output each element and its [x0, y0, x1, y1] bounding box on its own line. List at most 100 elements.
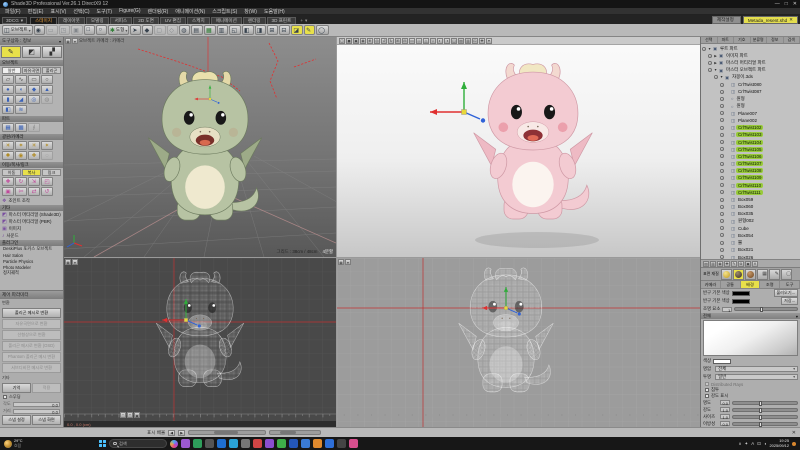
snap-view-button[interactable]: 스냅 화면 [32, 415, 61, 425]
tree-item-label[interactable]: CrlTwist103 [736, 132, 764, 137]
tree-row[interactable]: ◫ Box021 [701, 246, 800, 253]
tree-row[interactable]: ◫ CrlTwist102 [701, 124, 800, 131]
workspace-tab[interactable]: 렌더링 [243, 17, 266, 24]
workspace-tab[interactable]: 3D 프린트 [267, 17, 297, 24]
step-back-button[interactable]: ◀ [168, 430, 175, 436]
toolbar-button[interactable]: ○ [96, 25, 107, 35]
menu-item[interactable]: 파일(F) [5, 8, 21, 15]
create-tool-button[interactable]: ◖ [15, 85, 27, 94]
workspace-tab[interactable]: 스케치 [187, 17, 210, 24]
convert-option-button[interactable]: Phantom 폴리곤 메시 변환 [2, 352, 61, 362]
taskbar-app-icon[interactable] [229, 439, 238, 448]
visibility-toggle[interactable] [714, 75, 718, 79]
collapse-icon[interactable]: ▾ [59, 39, 61, 44]
visibility-toggle[interactable] [720, 241, 724, 245]
convert-option-button[interactable]: 폴리곤 메시로 변환 (OSD) [2, 341, 61, 351]
tree-item-label[interactable]: Box060 [736, 204, 755, 209]
close-icon[interactable]: ✕ [792, 430, 796, 436]
document-tab[interactable]: 제작설정 [712, 16, 741, 24]
tree-item-label[interactable]: 뿔 [736, 240, 744, 246]
part-tool-button[interactable]: ▦ [2, 123, 14, 132]
viewport-camera-icon[interactable]: ◉ [338, 259, 344, 265]
tree-item-label[interactable]: CrlTwist104 [736, 140, 764, 145]
light-camera-tool-button[interactable]: ✴ [41, 141, 53, 150]
viewport-front[interactable]: ◉ ▾ − + ▣ 0.0 , 0.0 (cm) [64, 258, 336, 427]
viewport-menu-icon[interactable]: ▾ [345, 259, 351, 265]
menu-item[interactable]: 창(W) [244, 8, 257, 15]
transform-tool-button[interactable]: ⇄ [28, 187, 40, 196]
visibility-toggle[interactable] [720, 140, 724, 144]
tree-item-label[interactable]: CrlTwist105 [736, 147, 764, 152]
memory-button[interactable]: 기억 [2, 383, 31, 393]
tree-row[interactable]: ▶ ▣ 이미지 파트 [701, 52, 800, 59]
create-tool-button[interactable]: ▭ [28, 75, 40, 84]
settings-tab[interactable]: 카메라 [701, 281, 721, 288]
tree-item-label[interactable]: 원형002 [736, 218, 756, 224]
create-tool-button[interactable]: ▱ [2, 75, 14, 84]
material-slot-button[interactable]: ▢ [781, 269, 792, 280]
slider-thumb[interactable] [759, 415, 762, 420]
toolbox-mode-tab[interactable]: ◩ [22, 46, 42, 58]
step-forward-button[interactable]: ▶ [178, 430, 185, 436]
toolbar-button[interactable]: ◳ [59, 25, 71, 35]
visibility-toggle[interactable] [720, 212, 724, 216]
misc-item[interactable]: ◩ 마스터 머티리얼 (PBR) [0, 218, 63, 225]
toolbar-button[interactable]: ◧ [242, 25, 254, 35]
tree-row[interactable]: ◫ Box060 [701, 203, 800, 210]
tree-item-label[interactable]: 마스터 머티리얼 파트 [724, 60, 768, 66]
search-box[interactable]: 검색 [109, 439, 167, 448]
tree-item-label[interactable]: CrlTwist087 [736, 89, 764, 94]
convert-to-polygon-button[interactable]: 폴리곤 메시로 변환 [2, 308, 61, 318]
taskbar-app-icon[interactable] [253, 439, 262, 448]
slider-track[interactable] [732, 415, 798, 419]
visibility-toggle[interactable] [708, 54, 712, 58]
shaded-canvas[interactable] [337, 37, 700, 257]
toolbar-button[interactable]: ⊟ [279, 25, 290, 35]
tree-item-label[interactable]: CrlTwist111 [736, 190, 763, 195]
front-canvas[interactable] [64, 258, 336, 427]
taskbar-app-icon[interactable] [349, 439, 358, 448]
tab-overflow-button[interactable]: ▾ [305, 18, 307, 24]
tree-row[interactable]: ▶ ▣ 마스터 머티리얼 파트 [701, 59, 800, 66]
create-tool-button[interactable]: ● [2, 85, 14, 94]
visibility-toggle[interactable] [720, 198, 724, 202]
hemisphere-color-swatch[interactable] [732, 291, 750, 296]
toolbar-button[interactable]: ▣ [71, 25, 83, 35]
toolbar-button[interactable]: ◪ [291, 25, 303, 35]
viewport-side[interactable]: ◉ ▾ [337, 258, 700, 427]
collapse-icon[interactable]: ▾ [796, 314, 798, 319]
viewport-tool-button[interactable]: ⊡ [472, 38, 478, 44]
viewport-fit-icon[interactable]: ▣ [134, 412, 140, 418]
toolbar-button[interactable]: ✎ [304, 25, 315, 35]
tree-row[interactable]: ○ 원형 [701, 95, 800, 102]
expand-arrow-icon[interactable]: ▶ [713, 54, 718, 58]
expand-arrow-icon[interactable]: ▼ [719, 75, 724, 79]
settings-tab[interactable]: 조명 [760, 281, 780, 288]
browser-tab[interactable]: 기호 [734, 37, 751, 43]
tree-item-label[interactable]: Cube [736, 226, 751, 231]
menu-item[interactable]: 렌더링(R) [148, 8, 169, 15]
tree-row[interactable]: ◫ 뿔 [701, 239, 800, 246]
tree-item-label[interactable]: 자몽이.3ds [730, 74, 755, 80]
viewport-tool-button[interactable]: ▭ [409, 38, 415, 44]
tree-row[interactable]: ◫ Plane002 [701, 117, 800, 124]
viewport-tool-button[interactable]: ◑ [444, 38, 450, 44]
light-camera-tool-button[interactable]: ✚ [28, 151, 40, 160]
viewport-tool-button[interactable]: ▽ [430, 38, 436, 44]
tree-row[interactable]: ◫ Box035 [701, 210, 800, 217]
visibility-toggle[interactable] [708, 61, 712, 65]
visibility-toggle[interactable] [720, 176, 724, 180]
slider-value[interactable]: 1.0 [720, 407, 730, 412]
slider-thumb[interactable] [759, 408, 762, 413]
tree-row[interactable]: ◫ Box054 [701, 232, 800, 239]
scrollbar-thumb[interactable] [280, 431, 296, 434]
toolbox-mode-tab[interactable]: ▞ [42, 46, 62, 58]
viewport-tool-button[interactable]: ⊟ [402, 38, 408, 44]
section-label[interactable]: 전체 [703, 313, 711, 319]
settings-tab[interactable]: 배경 [741, 281, 761, 288]
tree-item-label[interactable]: CrlTwist108 [736, 168, 764, 173]
hemisphere-color-swatch[interactable] [732, 299, 750, 304]
workspace-tab[interactable]: 2D 도면 [133, 17, 159, 24]
tree-item-label[interactable]: 루트 파트 [718, 46, 740, 52]
workspace-tab[interactable]: 스테이지 [30, 17, 57, 24]
